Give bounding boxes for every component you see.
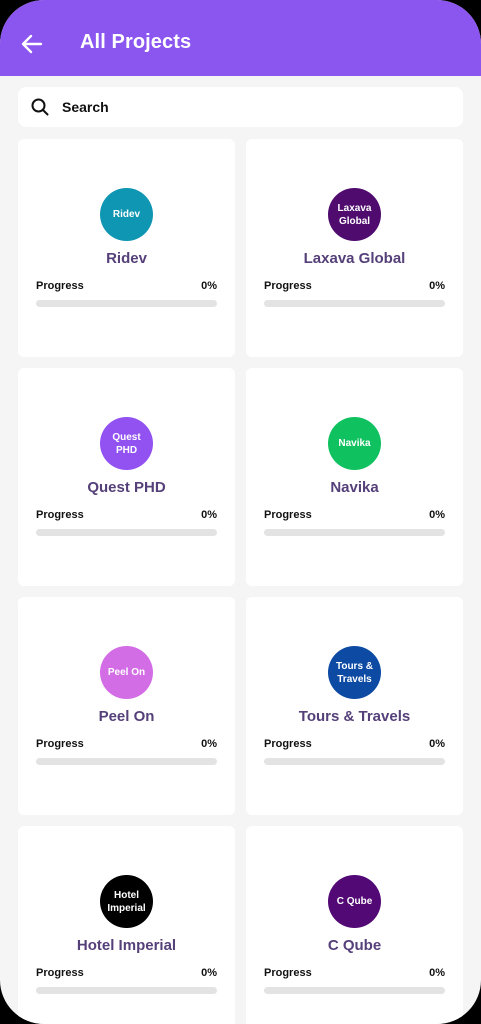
progress-label: Progress xyxy=(264,967,312,979)
project-avatar: Quest PHD xyxy=(100,417,153,470)
progress-bar xyxy=(36,300,217,307)
project-avatar: Hotel Imperial xyxy=(100,875,153,928)
progress-value: 0% xyxy=(429,967,445,979)
progress-bar xyxy=(264,529,445,536)
project-avatar: C Qube xyxy=(328,875,381,928)
progress-label: Progress xyxy=(36,967,84,979)
search-input[interactable] xyxy=(62,87,442,127)
project-avatar: Tours & Travels xyxy=(328,646,381,699)
progress-label: Progress xyxy=(36,738,84,750)
progress-label: Progress xyxy=(36,509,84,521)
project-avatar: Ridev xyxy=(100,188,153,241)
progress-bar xyxy=(36,529,217,536)
back-button[interactable] xyxy=(18,30,46,58)
project-name: Tours & Travels xyxy=(298,708,411,725)
project-name: Hotel Imperial xyxy=(76,937,177,954)
progress-label: Progress xyxy=(264,509,312,521)
project-name: Laxava Global xyxy=(303,250,406,267)
project-name: C Qube xyxy=(327,937,382,954)
progress-value: 0% xyxy=(429,509,445,521)
project-card[interactable]: Laxava Global Laxava Global Progress 0% xyxy=(246,139,463,357)
arrow-left-icon xyxy=(21,34,43,54)
project-name: Navika xyxy=(330,479,379,496)
progress-value: 0% xyxy=(201,280,217,292)
progress-value: 0% xyxy=(429,738,445,750)
progress-value: 0% xyxy=(429,280,445,292)
project-card[interactable]: Peel On Peel On Progress 0% xyxy=(18,597,235,815)
progress-bar xyxy=(264,300,445,307)
project-name: Quest PHD xyxy=(87,479,166,496)
phone-screen: All Projects Ridev Ridev Progress 0% Lax… xyxy=(0,0,481,1024)
project-card[interactable]: C Qube C Qube Progress 0% xyxy=(246,826,463,1024)
page-title: All Projects xyxy=(80,31,192,53)
project-card[interactable]: Ridev Ridev Progress 0% xyxy=(18,139,235,357)
project-name: Ridev xyxy=(106,250,147,267)
progress-bar xyxy=(36,987,217,994)
project-card[interactable]: Navika Navika Progress 0% xyxy=(246,368,463,586)
progress-bar xyxy=(36,758,217,765)
progress-value: 0% xyxy=(201,967,217,979)
progress-label: Progress xyxy=(36,280,84,292)
project-card[interactable]: Tours & Travels Tours & Travels Progress… xyxy=(246,597,463,815)
project-name: Peel On xyxy=(98,708,155,725)
project-card[interactable]: Quest PHD Quest PHD Progress 0% xyxy=(18,368,235,586)
project-avatar: Peel On xyxy=(100,646,153,699)
app-bar: All Projects xyxy=(0,0,481,76)
progress-label: Progress xyxy=(264,738,312,750)
progress-bar xyxy=(264,758,445,765)
project-avatar: Laxava Global xyxy=(328,188,381,241)
progress-label: Progress xyxy=(264,280,312,292)
search-bar[interactable] xyxy=(18,87,463,127)
progress-bar xyxy=(264,987,445,994)
progress-value: 0% xyxy=(201,509,217,521)
project-grid: Ridev Ridev Progress 0% Laxava Global La… xyxy=(18,139,463,1024)
progress-value: 0% xyxy=(201,738,217,750)
search-icon xyxy=(31,98,49,116)
project-card[interactable]: Hotel Imperial Hotel Imperial Progress 0… xyxy=(18,826,235,1024)
project-avatar: Navika xyxy=(328,417,381,470)
